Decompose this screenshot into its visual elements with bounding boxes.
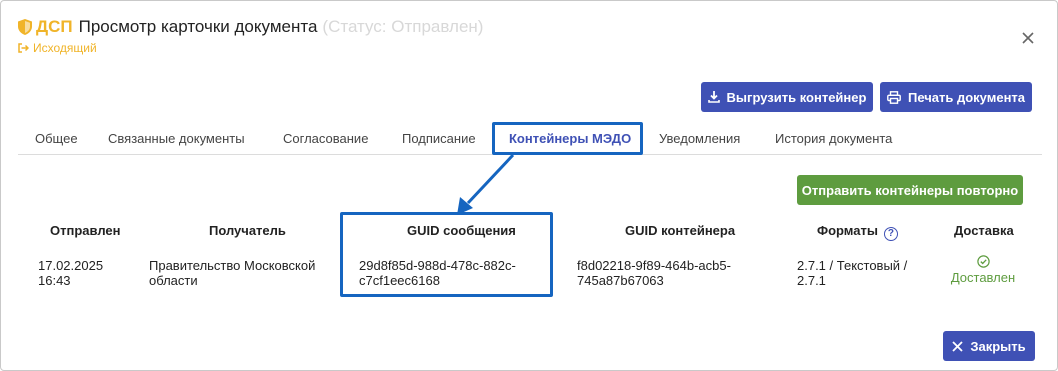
document-card-dialog: ДСП Просмотр карточки документа (Статус:… <box>0 0 1058 371</box>
dsp-label: ДСП <box>36 17 73 36</box>
close-button[interactable]: Закрыть <box>943 331 1035 361</box>
tab-general[interactable]: Общее <box>35 131 78 146</box>
cell-recipient: Правительство Московской области <box>149 258 316 288</box>
help-icon[interactable]: ? <box>883 227 898 241</box>
print-document-label: Печать документа <box>907 89 1026 105</box>
print-document-button[interactable]: Печать документа <box>880 82 1032 112</box>
column-header-message-guid: GUID сообщения <box>407 223 516 238</box>
column-header-sent: Отправлен <box>50 223 121 238</box>
status-text: (Статус: Отправлен) <box>322 17 484 36</box>
column-header-container-guid: GUID контейнера <box>625 223 736 238</box>
printer-icon <box>887 90 901 104</box>
tab-approval[interactable]: Согласование <box>283 131 368 146</box>
tab-bar: Общее Связанные документы Согласование П… <box>18 125 1042 155</box>
shield-icon <box>18 19 32 35</box>
tab-medo-containers[interactable]: Контейнеры МЭДО <box>509 131 631 146</box>
download-icon <box>707 91 720 103</box>
tab-notifications[interactable]: Уведомления <box>659 131 740 146</box>
cell-formats: 2.7.1 / Текстовый / 2.7.1 <box>797 258 908 288</box>
column-header-formats: Форматы? <box>817 223 898 241</box>
tab-document-history[interactable]: История документа <box>775 131 892 146</box>
cell-sent: 17.02.2025 16:43 <box>38 258 104 288</box>
column-header-delivery: Доставка <box>954 223 1014 238</box>
export-container-button[interactable]: Выгрузить контейнер <box>701 82 873 112</box>
x-icon <box>952 340 963 352</box>
direction-label: Исходящий <box>18 41 97 55</box>
close-icon[interactable] <box>1019 29 1037 47</box>
export-container-label: Выгрузить контейнер <box>726 89 867 105</box>
cell-message-guid: 29d8f85d-988d-478c-882c-c7cf1eec6168 <box>359 258 516 288</box>
cell-container-guid: f8d02218-9f89-464b-acb5-745a87b67063 <box>577 258 731 288</box>
active-tab-indicator <box>496 153 638 155</box>
resend-containers-label: Отправить контейнеры повторно <box>801 182 1019 198</box>
tab-related-documents[interactable]: Связанные документы <box>108 131 245 146</box>
dialog-title: ДСП Просмотр карточки документа (Статус:… <box>18 17 483 37</box>
tab-signing[interactable]: Подписание <box>402 131 476 146</box>
close-button-label: Закрыть <box>970 338 1026 354</box>
direction-text: Исходящий <box>33 41 97 55</box>
cell-delivery: Доставлен <box>938 255 1028 285</box>
resend-containers-button[interactable]: Отправить контейнеры повторно <box>797 175 1023 205</box>
delivery-status-text: Доставлен <box>950 270 1016 285</box>
column-header-recipient: Получатель <box>209 223 286 238</box>
column-header-formats-label: Форматы <box>817 223 878 238</box>
page-title: Просмотр карточки документа <box>78 17 318 36</box>
check-circle-icon <box>976 255 990 268</box>
exit-icon <box>18 43 29 53</box>
